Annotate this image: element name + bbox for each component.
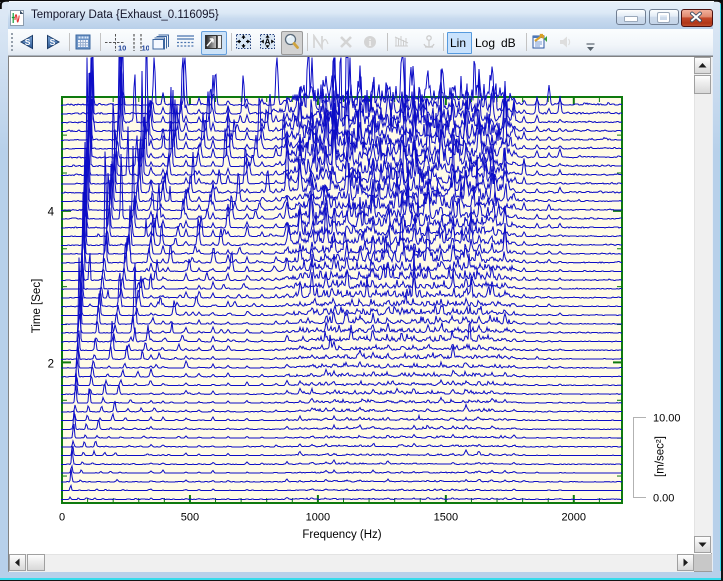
- svg-text:0: 0: [59, 512, 65, 524]
- svg-text:2000: 2000: [562, 512, 586, 524]
- svg-text:0.00: 0.00: [653, 493, 674, 505]
- svg-text:Time [Sec]: Time [Sec]: [31, 279, 43, 334]
- svg-text:4: 4: [48, 207, 55, 219]
- svg-text:S: S: [25, 37, 31, 47]
- svg-text:S: S: [50, 37, 56, 47]
- svg-text:1000: 1000: [306, 512, 330, 524]
- svg-text:Frequency (Hz): Frequency (Hz): [302, 529, 381, 541]
- svg-text:10.00: 10.00: [653, 413, 681, 425]
- svg-text:2: 2: [48, 359, 54, 371]
- svg-text:[m/sec²]: [m/sec²]: [655, 436, 667, 477]
- svg-text:1500: 1500: [434, 512, 458, 524]
- svg-text:A: A: [265, 38, 271, 47]
- svg-text:500: 500: [181, 512, 199, 524]
- svg-text:10: 10: [142, 44, 150, 53]
- svg-text:i: i: [369, 38, 372, 49]
- svg-text:10: 10: [118, 44, 126, 53]
